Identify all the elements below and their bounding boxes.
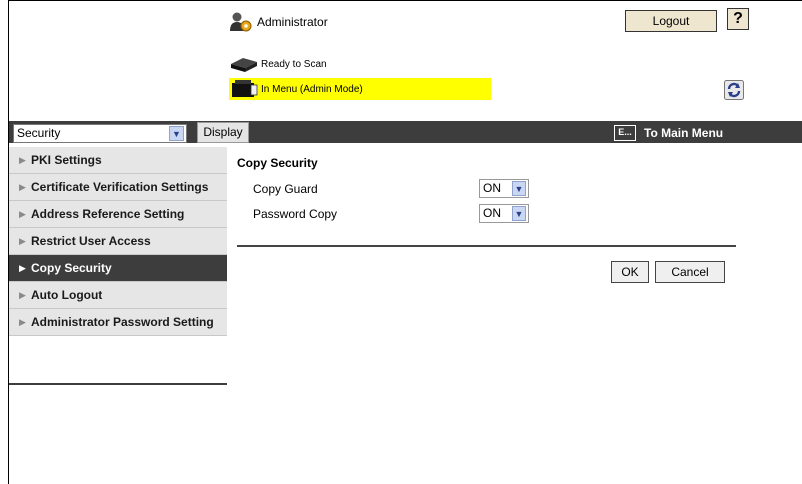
device-menu-icon (232, 80, 258, 97)
category-select-value: Security (17, 126, 61, 140)
sidebar-item-label: Administrator Password Setting (31, 315, 214, 329)
settings-sidebar: ▶ PKI Settings ▶ Certificate Verificatio… (9, 147, 227, 336)
arrow-right-icon: ▶ (19, 182, 26, 192)
help-button[interactable]: ? (727, 8, 749, 30)
arrow-right-icon: ▶ (19, 236, 26, 246)
status-ready-row: Ready to Scan (229, 53, 327, 75)
category-select[interactable]: Security ▼ (13, 124, 187, 143)
sidebar-item-certificate-verification[interactable]: ▶ Certificate Verification Settings (9, 174, 227, 201)
to-main-menu-label: To Main Menu (644, 126, 724, 140)
status-ready-text: Ready to Scan (261, 58, 327, 70)
content-divider (237, 245, 736, 247)
copy-guard-select[interactable]: ON ▼ (479, 179, 529, 198)
sidebar-item-label: PKI Settings (31, 153, 102, 167)
copy-guard-label: Copy Guard (253, 182, 318, 196)
copy-guard-value: ON (483, 181, 501, 195)
sidebar-item-pki-settings[interactable]: ▶ PKI Settings (9, 147, 227, 174)
status-menu-text: In Menu (Admin Mode) (261, 83, 363, 95)
sidebar-item-restrict-user-access[interactable]: ▶ Restrict User Access (9, 228, 227, 255)
sidebar-item-auto-logout[interactable]: ▶ Auto Logout (9, 282, 227, 309)
chevron-down-icon[interactable]: ▼ (169, 126, 184, 141)
status-menu-row: In Menu (Admin Mode) (229, 78, 491, 100)
sidebar-divider (9, 383, 227, 385)
password-copy-label: Password Copy (253, 207, 338, 221)
arrow-right-icon: ▶ (19, 263, 26, 273)
to-main-menu-link[interactable]: E... To Main Menu (614, 124, 723, 142)
main-menu-icon: E... (614, 125, 636, 141)
arrow-right-icon: ▶ (19, 290, 26, 300)
sidebar-item-address-reference[interactable]: ▶ Address Reference Setting (9, 201, 227, 228)
logout-button[interactable]: Logout (625, 10, 717, 32)
sidebar-item-label: Certificate Verification Settings (31, 180, 209, 194)
ok-button[interactable]: OK (611, 261, 649, 283)
administrator-label: Administrator (257, 15, 328, 29)
cancel-button[interactable]: Cancel (655, 261, 725, 283)
refresh-icon[interactable] (724, 80, 744, 100)
chevron-down-icon[interactable]: ▼ (512, 206, 526, 221)
scanner-ready-icon (231, 58, 257, 72)
sidebar-item-label: Restrict User Access (31, 234, 151, 248)
frame-top-border (8, 0, 802, 1)
password-copy-value: ON (483, 206, 501, 220)
sidebar-item-label: Copy Security (31, 261, 112, 275)
arrow-right-icon: ▶ (19, 209, 26, 219)
password-copy-select[interactable]: ON ▼ (479, 204, 529, 223)
arrow-right-icon: ▶ (19, 155, 26, 165)
sidebar-item-label: Auto Logout (31, 288, 103, 302)
sidebar-item-admin-password[interactable]: ▶ Administrator Password Setting (9, 309, 227, 336)
sidebar-item-label: Address Reference Setting (31, 207, 185, 221)
sidebar-item-copy-security[interactable]: ▶ Copy Security (9, 255, 227, 282)
administrator-icon (230, 12, 252, 32)
chevron-down-icon[interactable]: ▼ (512, 181, 526, 196)
admin-user-area: Administrator (229, 10, 328, 34)
display-button[interactable]: Display (197, 122, 249, 143)
arrow-right-icon: ▶ (19, 317, 26, 327)
page-title: Copy Security (237, 156, 318, 170)
